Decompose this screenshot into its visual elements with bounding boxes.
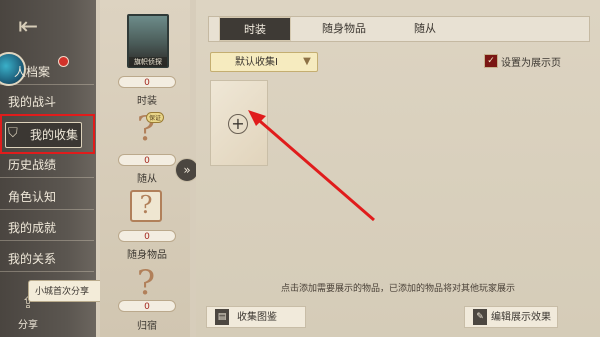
destination-question-icon[interactable]: ? [127, 262, 165, 304]
tab-accessory[interactable]: 随身物品 [309, 17, 379, 41]
tab-follower[interactable]: 随从 [395, 17, 455, 41]
character-portrait[interactable]: 旗帜侦探 [127, 14, 169, 68]
guarantee-badge: 保证 [146, 112, 165, 123]
destination-count: 0 [118, 300, 176, 312]
sidebar-item-battle[interactable]: 我的战斗 [0, 90, 94, 115]
set-display-label[interactable]: 设置为展示页 [501, 54, 561, 69]
red-highlight-box [0, 114, 95, 154]
share-label[interactable]: 分享 [18, 316, 38, 331]
accessory-question-icon[interactable]: ? [130, 190, 162, 222]
chevron-down-icon: ▼ [303, 56, 311, 67]
sidebar-item-profile[interactable]: 人档案 [0, 60, 94, 85]
sidebar-item-relations[interactable]: 我的关系 [0, 247, 94, 272]
edit-display-button[interactable]: ✎ 编辑展示效果 [464, 306, 558, 328]
display-hint-text: 点击添加需要展示的物品，已添加的物品将对其他玩家展示 [280, 284, 515, 294]
accessory-label[interactable]: 随身物品 [100, 246, 194, 261]
sidebar-item-history[interactable]: 历史战绩 [0, 153, 94, 178]
tab-costume[interactable]: 时装 [219, 17, 291, 41]
accessory-count: 0 [118, 230, 176, 242]
portrait-caption: 旗帜侦探 [129, 57, 167, 67]
collection-gallery-button[interactable]: ▤ 收集图鉴 [206, 306, 306, 328]
sidebar-item-achievements[interactable]: 我的成就 [0, 216, 94, 241]
edit-icon: ✎ [473, 309, 487, 325]
costume-label[interactable]: 时装 [100, 92, 194, 107]
collection-main-panel: 时装 随身物品 随从 默认收集I ▼ ✓ 设置为展示页 + 点击添加需要展示的物… [196, 0, 600, 337]
edit-display-label: 编辑展示效果 [491, 312, 551, 323]
costume-count: 0 [118, 76, 176, 88]
notification-dot [58, 56, 69, 67]
follower-count: 0 [118, 154, 176, 166]
set-display-checkbox[interactable]: ✓ [484, 54, 498, 68]
book-icon: ▤ [215, 309, 229, 325]
tab-bar: 时装 随身物品 随从 [208, 16, 590, 42]
sidebar-item-character[interactable]: 角色认知 [0, 185, 94, 210]
back-icon[interactable]: ⇤ [14, 12, 42, 40]
red-annotation-arrow [248, 110, 375, 222]
destination-label[interactable]: 归宿 [100, 317, 194, 332]
gallery-label: 收集图鉴 [237, 312, 277, 323]
